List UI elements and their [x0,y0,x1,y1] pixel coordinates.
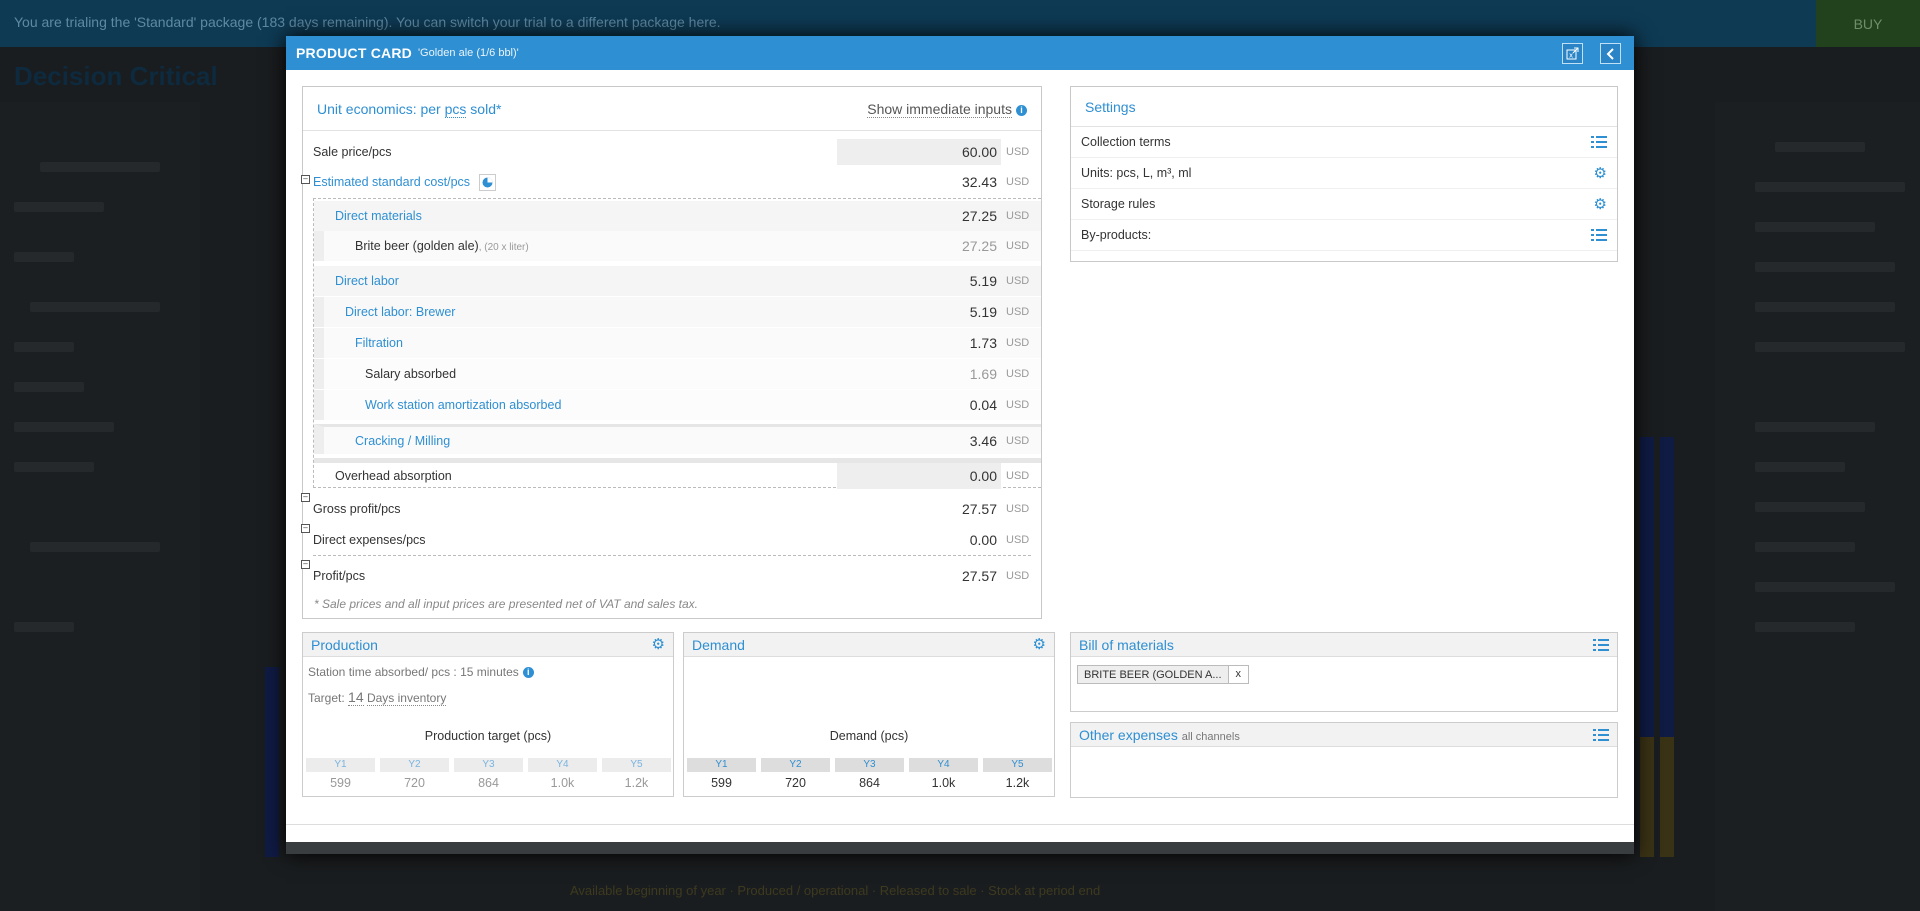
gear-icon[interactable]: ⚙ [1594,197,1607,212]
gross-profit-row: – Gross profit/pcs 27.57 USD [301,493,1041,524]
other-expenses-panel: Other expenses all channels [1070,722,1618,798]
settings-panel: Settings Collection terms Units: pcs, L,… [1070,86,1618,262]
modal-footer-bar [286,842,1634,854]
cracking-milling-row[interactable]: Cracking / Milling 3.46 USD [314,424,1041,454]
info-icon[interactable]: i [522,667,534,678]
brite-beer-row: Brite beer (golden ale), (20 x liter) 27… [314,231,1041,261]
vat-note: * Sale prices and all input prices are p… [314,597,698,611]
modal-title: PRODUCT CARD [296,45,412,61]
target-days-input[interactable]: 14 [348,689,364,706]
divider [313,555,1031,556]
modal-subtitle: 'Golden ale (1/6 bbl)' [417,47,519,59]
collection-terms-item[interactable]: Collection terms [1071,127,1617,158]
list-icon[interactable] [1591,229,1607,241]
collapse-minus-icon[interactable]: – [301,493,310,502]
remove-tag-button[interactable]: x [1227,666,1249,683]
filtration-row[interactable]: Filtration 1.73 USD [314,328,1041,358]
other-expenses-title: Other expenses [1079,726,1178,743]
demand-panel: Demand ⚙ Demand (pcs) Y1 599 Y2 720 Y3 864 Y… [683,632,1055,797]
trial-banner-text[interactable]: You are trialing the 'Standard' package … [14,14,721,30]
list-icon[interactable] [1591,136,1607,148]
production-panel: Production ⚙ Station time absorbed/ pcs :… [302,632,674,797]
direct-labor-brewer-row[interactable]: Direct labor: Brewer 5.19 USD [314,297,1041,327]
unit-economics-header: Unit economics: per pcs sold* Show immed… [303,87,1041,131]
buy-button[interactable]: BUY [1816,0,1920,47]
bom-tag[interactable]: BRITE BEER (GOLDEN A... x [1077,665,1250,684]
list-icon[interactable] [1593,638,1609,651]
demand-table-title: Demand (pcs) [829,729,909,743]
sale-price-input[interactable]: 60.00 [837,139,1001,165]
unit-selector[interactable]: pcs [444,100,467,118]
svg-text:x: x [1569,52,1573,60]
ws-amortization-row[interactable]: Work station amortization absorbed 0.04 … [314,390,1041,420]
right-nav [1715,102,1920,911]
overhead-row: Overhead absorption 0.00 USD [314,458,1041,489]
modal-footer [286,824,1634,842]
production-title: Production [311,636,378,653]
pie-chart-icon[interactable] [478,173,496,191]
product-card-modal: PRODUCT CARD 'Golden ale (1/6 bbl)' x Un… [286,36,1634,854]
show-immediate-inputs-toggle[interactable]: Show immediate inputs i [867,100,1027,118]
units-item[interactable]: Units: pcs, L, m³, ml ⚙ [1071,158,1617,189]
gear-icon[interactable]: ⚙ [652,637,665,652]
unit-economics-panel: Unit economics: per pcs sold* Show immed… [301,86,1042,619]
production-year-table: Y1 599 Y2 720 Y3 864 Y4 1.0k Y5 1.2k [303,758,673,796]
bom-title: Bill of materials [1079,636,1174,653]
gear-icon[interactable]: ⚙ [1033,637,1046,652]
production-target: Target: 14 Days inventory [308,689,447,706]
demand-title: Demand [692,636,745,653]
back-chevron-icon[interactable] [1600,43,1621,64]
station-time: Station time absorbed/ pcs : 15 minutes i [303,657,673,679]
export-excel-icon[interactable]: x [1562,43,1583,64]
settings-title: Settings [1071,87,1617,127]
collapse-minus-icon[interactable]: – [301,560,310,569]
profit-row: – Profit/pcs 27.57 USD [301,560,1041,591]
modal-header: PRODUCT CARD 'Golden ale (1/6 bbl)' x [286,36,1634,70]
direct-expenses-row: – Direct expenses/pcs 0.00 USD [301,524,1041,555]
unit-economics-title: Unit economics: per pcs sold* [317,100,502,118]
direct-labor-row[interactable]: Direct labor 5.19 USD [314,266,1041,296]
list-icon[interactable] [1593,728,1609,741]
by-products-item[interactable]: By-products: [1071,220,1617,251]
collapse-minus-icon[interactable]: – [301,524,310,533]
collapse-minus-icon[interactable]: – [301,175,310,184]
app-logo: Decision Critical [14,61,218,91]
est-cost-row[interactable]: – Estimated standard cost/pcs 32.43 USD [301,167,1041,197]
overhead-input[interactable]: 0.00 [837,462,1001,489]
sale-price-row: Sale price/pcs 60.00 USD [303,137,1041,167]
storage-rules-item[interactable]: Storage rules ⚙ [1071,189,1617,220]
demand-year-table: Y1 599 Y2 720 Y3 864 Y4 1.0k Y5 1.2k [684,758,1054,796]
production-table-title: Production target (pcs) [424,729,552,743]
chart-legend: Available beginning of year · Produced /… [570,883,1101,898]
info-icon[interactable]: i [1016,104,1027,116]
direct-materials-row[interactable]: Direct materials 27.25 USD [314,201,1041,231]
gear-icon[interactable]: ⚙ [1594,166,1607,181]
bom-panel: Bill of materials BRITE BEER (GOLDEN A..… [1070,632,1618,712]
left-nav [0,102,200,911]
salary-absorbed-row: Salary absorbed 1.69 USD [314,359,1041,389]
